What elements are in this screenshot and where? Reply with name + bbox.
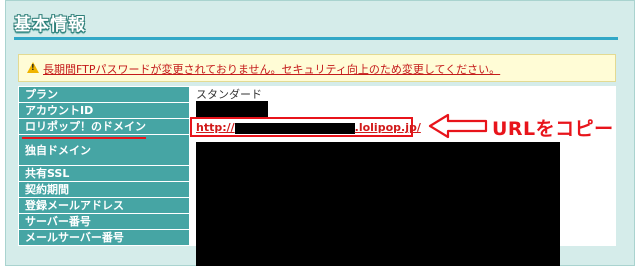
row-label-email: 登録メールアドレス	[18, 197, 190, 214]
redacted-account-id	[196, 101, 268, 117]
warning-banner: ! 長期間FTPパスワードが変更されておりません。セキュリティ向上のため変更して…	[18, 54, 616, 82]
row-label-lolipop-domain: ロリポップ！のドメイン	[18, 118, 190, 135]
row-label-plan: プラン	[18, 86, 190, 103]
title-divider	[14, 37, 618, 40]
lolipop-domain-url[interactable]: http:// .lolipop.jp/	[196, 121, 421, 134]
table-row: プラン スタンダード	[18, 86, 616, 103]
panel-title: 基本情報	[14, 15, 86, 35]
row-label-custom-domain: 独自ドメイン	[18, 134, 190, 166]
redacted-domain-values	[196, 142, 560, 266]
redacted-url-part	[234, 122, 355, 134]
url-prefix: http://	[196, 121, 235, 134]
row-label-shared-ssl: 共有SSL	[18, 165, 190, 182]
left-arrow-icon	[428, 113, 488, 139]
row-label-mail-server-number: メールサーバー番号	[18, 229, 190, 246]
copy-url-annotation: URLをコピー	[492, 118, 614, 140]
label-underline-annotation	[22, 137, 146, 139]
warning-link[interactable]: 長期間FTPパスワードが変更されておりません。セキュリティ向上のため変更してくだ…	[43, 61, 500, 77]
row-label-account-id: アカウントID	[18, 102, 190, 119]
row-label-server-number: サーバー番号	[18, 213, 190, 230]
row-label-contract-period: 契約期間	[18, 181, 190, 198]
url-suffix: .lolipop.jp/	[354, 121, 421, 134]
warning-icon: !	[27, 62, 39, 73]
